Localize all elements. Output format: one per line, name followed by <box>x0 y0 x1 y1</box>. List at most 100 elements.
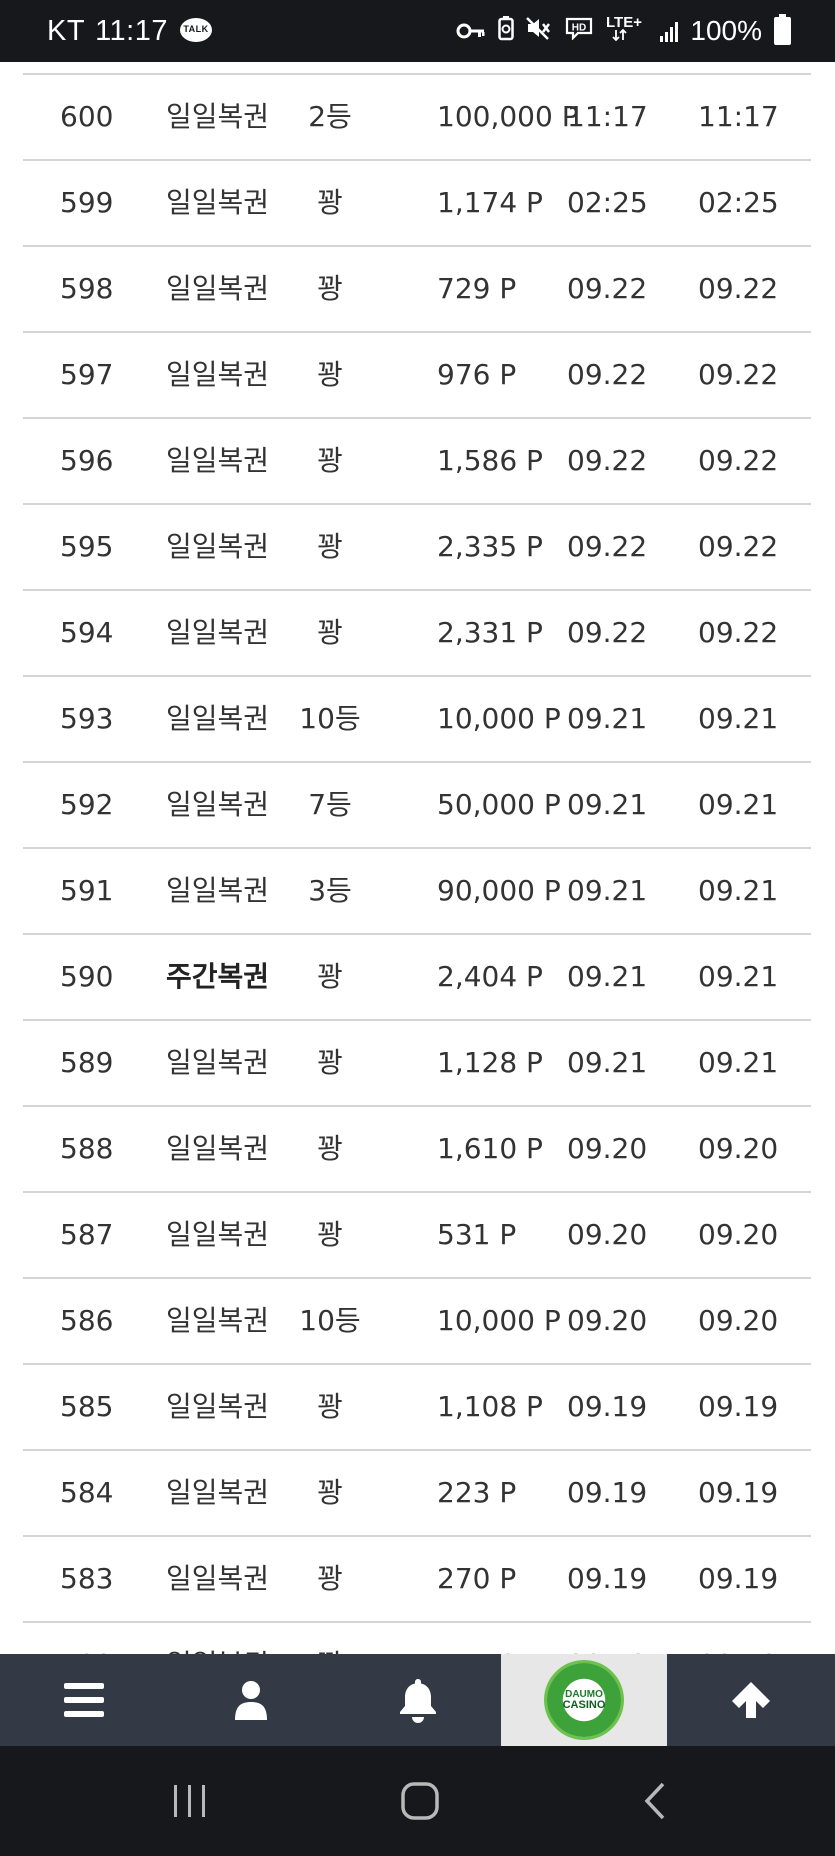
entry-number: 599 <box>60 186 114 219</box>
issued-date: 09.20 <box>567 1132 648 1165</box>
checked-date: 09.22 <box>698 444 779 477</box>
lte-label: LTE+ <box>606 14 642 31</box>
list-item[interactable]: 587 일일복권 꽝 531 P 09.20 09.20 <box>23 1193 811 1279</box>
lottery-name: 일일복권 <box>166 1390 270 1423</box>
prize-rank: 3등 <box>308 874 352 907</box>
checked-date: 02:25 <box>698 186 779 219</box>
profile-button[interactable] <box>167 1654 334 1746</box>
list-item[interactable]: 586 일일복권 10등 10,000 P 09.20 09.20 <box>23 1279 811 1365</box>
talk-icon-label: TALK <box>183 24 209 34</box>
prize-rank: 꽝 <box>317 186 343 219</box>
status-time: 11:17 <box>95 14 168 47</box>
lottery-name: 일일복권 <box>166 788 270 821</box>
points-amount: 2,331 P <box>437 616 543 649</box>
scroll-top-button[interactable] <box>667 1654 835 1746</box>
home-icon <box>401 1782 439 1820</box>
entry-number: 587 <box>60 1218 114 1251</box>
checked-date: 09.21 <box>698 960 779 993</box>
issued-date: 09.21 <box>567 1046 648 1079</box>
issued-date: 09.22 <box>567 444 648 477</box>
bell-icon <box>399 1679 436 1723</box>
checked-date: 09.20 <box>698 1132 779 1165</box>
list-item[interactable]: 591 일일복권 3등 90,000 P 09.21 09.21 <box>23 849 811 935</box>
lottery-history-list[interactable]: 600 일일복권 2등 100,000 P 11:17 11:17 599 일일복권 꽝 1,17… <box>0 62 835 1654</box>
lottery-name: 일일복권 <box>166 100 270 133</box>
prize-rank: 꽝 <box>317 272 343 305</box>
entry-number: 598 <box>60 272 114 305</box>
list-item[interactable]: 594 일일복권 꽝 2,331 P 09.22 09.22 <box>23 591 811 677</box>
list-item[interactable]: 585 일일복권 꽝 1,108 P 09.19 09.19 <box>23 1365 811 1451</box>
notifications-button[interactable] <box>334 1654 501 1746</box>
list-item[interactable]: 582 일일복권 꽝 1,479 P 09.19 09.19 <box>23 1623 811 1654</box>
lottery-name: 일일복권 <box>166 702 270 735</box>
status-bar-left: KT 11:17 TALK <box>47 0 212 62</box>
lottery-name: 일일복권 <box>166 272 270 305</box>
lottery-name: 일일복권 <box>166 1623 269 1654</box>
lottery-name: 일일복권 <box>166 186 270 219</box>
entry-number: 595 <box>60 530 114 563</box>
points-amount: 1,479 P <box>437 1623 543 1654</box>
list-item[interactable]: 592 일일복권 7등 50,000 P 09.21 09.21 <box>23 763 811 849</box>
list-item[interactable]: 590 주간복권 꽝 2,404 P 09.21 09.21 <box>23 935 811 1021</box>
list-item[interactable]: 596 일일복권 꽝 1,586 P 09.22 09.22 <box>23 419 811 505</box>
prize-rank: 꽝 <box>317 1476 343 1509</box>
checked-date: 09.22 <box>698 616 779 649</box>
points-amount: 1,108 P <box>437 1390 543 1423</box>
checked-date: 09.20 <box>698 1304 779 1337</box>
list-item[interactable]: 597 일일복권 꽝 976 P 09.22 09.22 <box>23 333 811 419</box>
prize-rank: 7등 <box>308 788 352 821</box>
prize-rank: 10등 <box>299 702 361 735</box>
list-item[interactable]: 595 일일복권 꽝 2,335 P 09.22 09.22 <box>23 505 811 591</box>
entry-number: 594 <box>60 616 114 649</box>
list-item[interactable]: 600 일일복권 2등 100,000 P 11:17 11:17 <box>23 75 811 161</box>
battery-percent: 100% <box>690 15 762 46</box>
checked-date: 09.21 <box>698 874 779 907</box>
lottery-name: 일일복권 <box>166 1562 270 1595</box>
checked-date: 09.19 <box>698 1476 779 1509</box>
lottery-name: 주간복권 <box>166 960 270 993</box>
issued-date: 09.20 <box>567 1304 648 1337</box>
list-item[interactable]: 589 일일복권 꽝 1,128 P 09.21 09.21 <box>23 1021 811 1107</box>
prize-rank: 2등 <box>308 100 352 133</box>
list-item[interactable]: 593 일일복권 10등 10,000 P 09.21 09.21 <box>23 677 811 763</box>
issued-date: 09.21 <box>567 788 648 821</box>
casino-logo-button[interactable]: DAUMO CASINO <box>501 1654 667 1746</box>
issued-date: 09.22 <box>567 272 648 305</box>
lottery-name: 일일복권 <box>166 1304 270 1337</box>
lottery-name: 일일복권 <box>166 874 270 907</box>
issued-date: 09.22 <box>567 530 648 563</box>
lte-icon: LTE+ <box>606 13 648 50</box>
checked-date: 11:17 <box>698 100 779 133</box>
prize-rank: 꽝 <box>317 1390 343 1423</box>
issued-date: 09.21 <box>567 874 648 907</box>
prize-rank: 꽝 <box>317 1218 343 1251</box>
hd-voice-icon: HD <box>564 15 594 47</box>
entry-number: 596 <box>60 444 114 477</box>
list-item[interactable]: 599 일일복권 꽝 1,174 P 02:25 02:25 <box>23 161 811 247</box>
points-amount: 270 P <box>437 1562 517 1595</box>
system-nav-bar <box>0 1746 835 1856</box>
entry-number: 585 <box>60 1390 114 1423</box>
key-icon <box>456 15 486 47</box>
home-button[interactable] <box>350 1746 490 1856</box>
menu-button[interactable] <box>0 1654 167 1746</box>
checked-date: 09.21 <box>698 788 779 821</box>
back-button[interactable] <box>585 1746 725 1856</box>
issued-date: 09.19 <box>567 1476 648 1509</box>
list-rows: 600 일일복권 2등 100,000 P 11:17 11:17 599 일일복권 꽝 1,17… <box>23 75 811 1654</box>
points-amount: 2,335 P <box>437 530 543 563</box>
list-item[interactable]: 588 일일복권 꽝 1,610 P 09.20 09.20 <box>23 1107 811 1193</box>
recent-apps-button[interactable] <box>120 1746 260 1856</box>
entry-number: 591 <box>60 874 114 907</box>
signal-icon <box>660 20 679 42</box>
issued-date: 09.21 <box>567 960 648 993</box>
list-item[interactable]: 584 일일복권 꽝 223 P 09.19 09.19 <box>23 1451 811 1537</box>
list-item[interactable]: 598 일일복권 꽝 729 P 09.22 09.22 <box>23 247 811 333</box>
issued-date: 09.19 <box>567 1390 648 1423</box>
prize-rank: 꽝 <box>317 1046 343 1079</box>
issued-date: 09.19 <box>567 1562 648 1595</box>
list-item[interactable]: 583 일일복권 꽝 270 P 09.19 09.19 <box>23 1537 811 1623</box>
mute-icon <box>526 15 552 47</box>
lottery-name: 일일복권 <box>166 444 270 477</box>
battery-saver-icon <box>498 15 515 48</box>
